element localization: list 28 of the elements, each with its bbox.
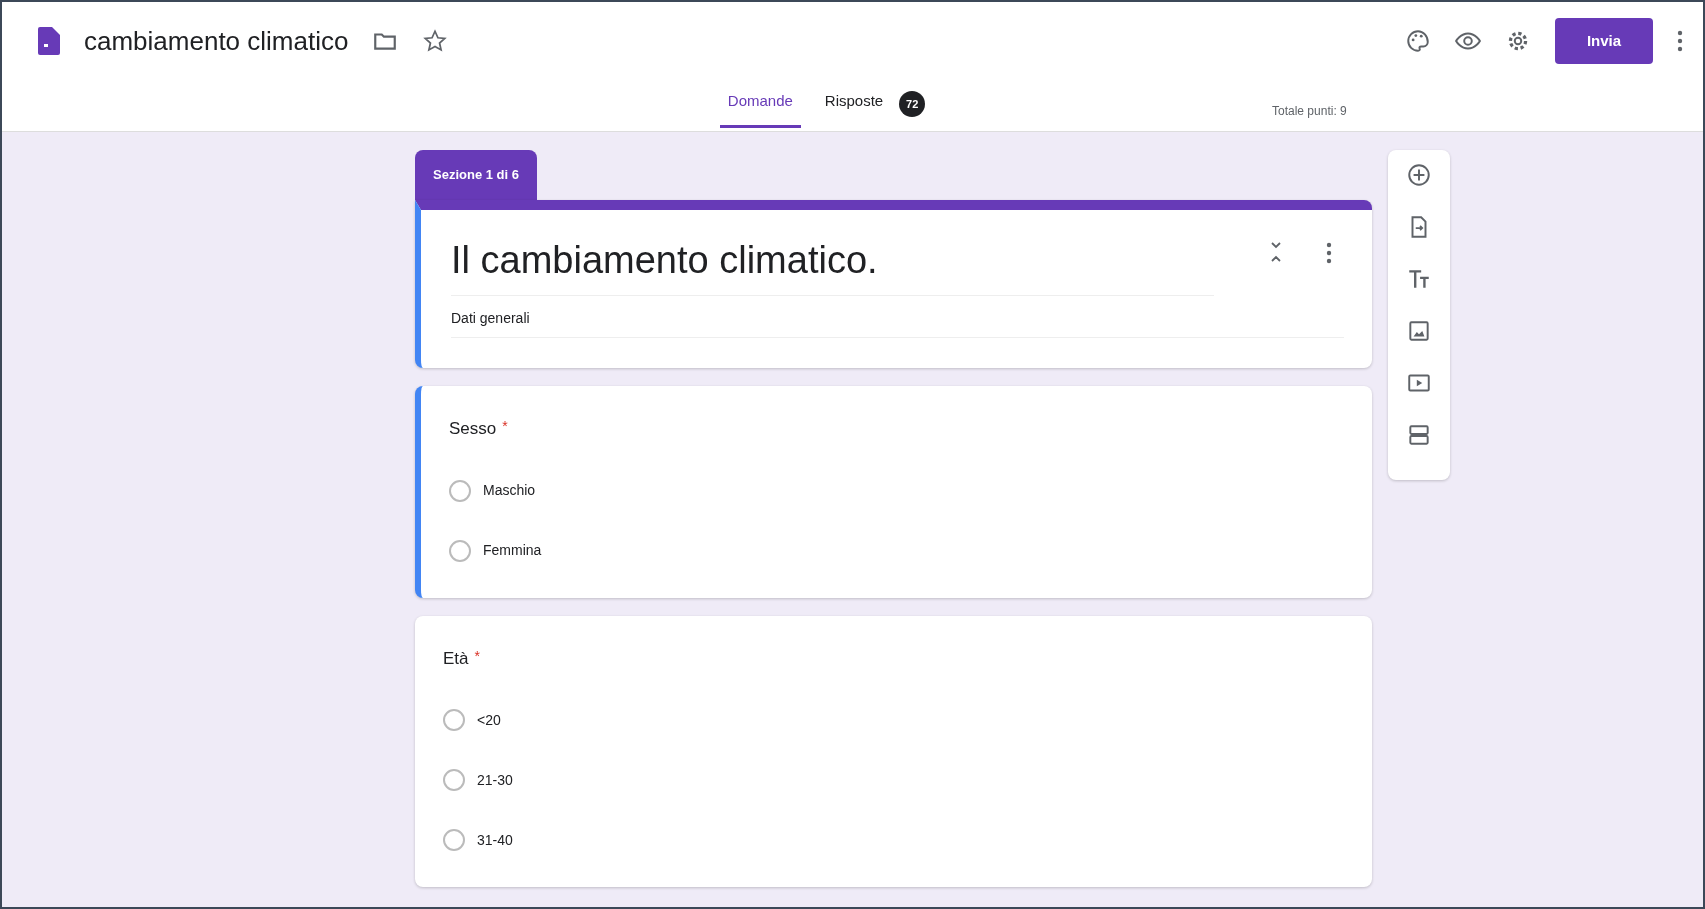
required-mark: * bbox=[474, 646, 480, 666]
total-points: Totale punti: 9 bbox=[1272, 103, 1347, 120]
radio-button[interactable] bbox=[443, 709, 465, 732]
option-label: Femmina bbox=[483, 541, 542, 561]
radio-button[interactable] bbox=[443, 829, 465, 852]
tab[interactable]: Domande bbox=[719, 80, 801, 128]
option-label: Maschio bbox=[483, 481, 536, 501]
radio-button[interactable] bbox=[449, 479, 471, 502]
option-label: 21-30 bbox=[477, 770, 513, 790]
question-title: Sesso bbox=[449, 418, 497, 441]
form-title[interactable]: cambiamento climatico bbox=[84, 21, 349, 61]
form-description[interactable]: Dati generali bbox=[451, 296, 1344, 339]
star-icon[interactable] bbox=[422, 28, 449, 54]
more-icon[interactable] bbox=[1326, 241, 1332, 264]
option-label: <20 bbox=[477, 710, 501, 730]
forms-logo-icon[interactable] bbox=[38, 27, 60, 55]
count-badge: 72 bbox=[899, 90, 926, 117]
collapse-icon[interactable] bbox=[1270, 239, 1282, 264]
radio-button[interactable] bbox=[443, 769, 465, 792]
send-button[interactable]: Invia bbox=[1555, 18, 1653, 64]
radio-button[interactable] bbox=[449, 539, 471, 562]
more-icon[interactable] bbox=[1677, 30, 1683, 52]
palette-icon[interactable] bbox=[1405, 28, 1431, 54]
required-mark: * bbox=[502, 417, 508, 437]
option-label: 31-40 bbox=[477, 830, 513, 850]
tab[interactable]: Risposte bbox=[816, 80, 892, 128]
question-title: Età bbox=[443, 647, 469, 670]
form-heading[interactable]: Il cambiamento climatico. bbox=[451, 237, 1214, 297]
